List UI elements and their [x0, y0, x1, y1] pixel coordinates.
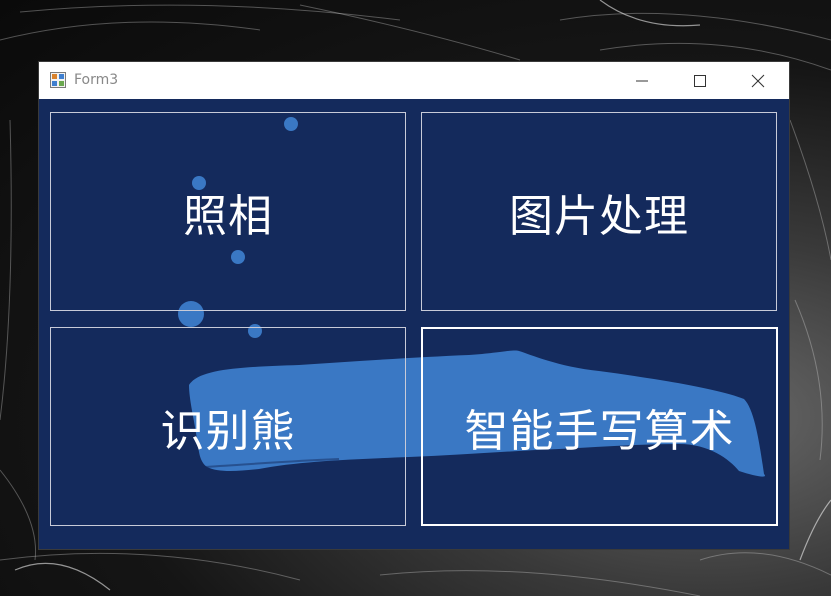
desktop-background: Form3 照相 图片处理 识别熊 智能手写算术	[0, 0, 831, 596]
window-title: Form3	[74, 72, 119, 88]
form-client-area: 照相 图片处理 识别熊 智能手写算术	[39, 99, 789, 549]
tile-image-processing-label: 图片处理	[509, 190, 689, 242]
title-bar[interactable]: Form3	[39, 62, 789, 99]
tile-handwritten-math-button[interactable]: 智能手写算术	[421, 327, 778, 526]
tile-handwritten-math-label: 智能手写算术	[464, 405, 735, 457]
tile-recognize-bear-button[interactable]: 识别熊	[50, 327, 406, 526]
maximize-button[interactable]	[671, 62, 729, 99]
tile-photo-button[interactable]: 照相	[50, 112, 406, 311]
close-button[interactable]	[729, 62, 787, 99]
minimize-icon	[636, 80, 648, 82]
app-icon	[50, 72, 66, 88]
form-window: Form3 照相 图片处理 识别熊 智能手写算术	[39, 62, 789, 549]
tile-recognize-bear-label: 识别熊	[160, 405, 296, 457]
minimize-button[interactable]	[613, 62, 671, 99]
tile-photo-label: 照相	[183, 190, 273, 242]
close-icon	[751, 74, 765, 88]
tile-image-processing-button[interactable]: 图片处理	[421, 112, 777, 311]
maximize-icon	[694, 75, 706, 87]
